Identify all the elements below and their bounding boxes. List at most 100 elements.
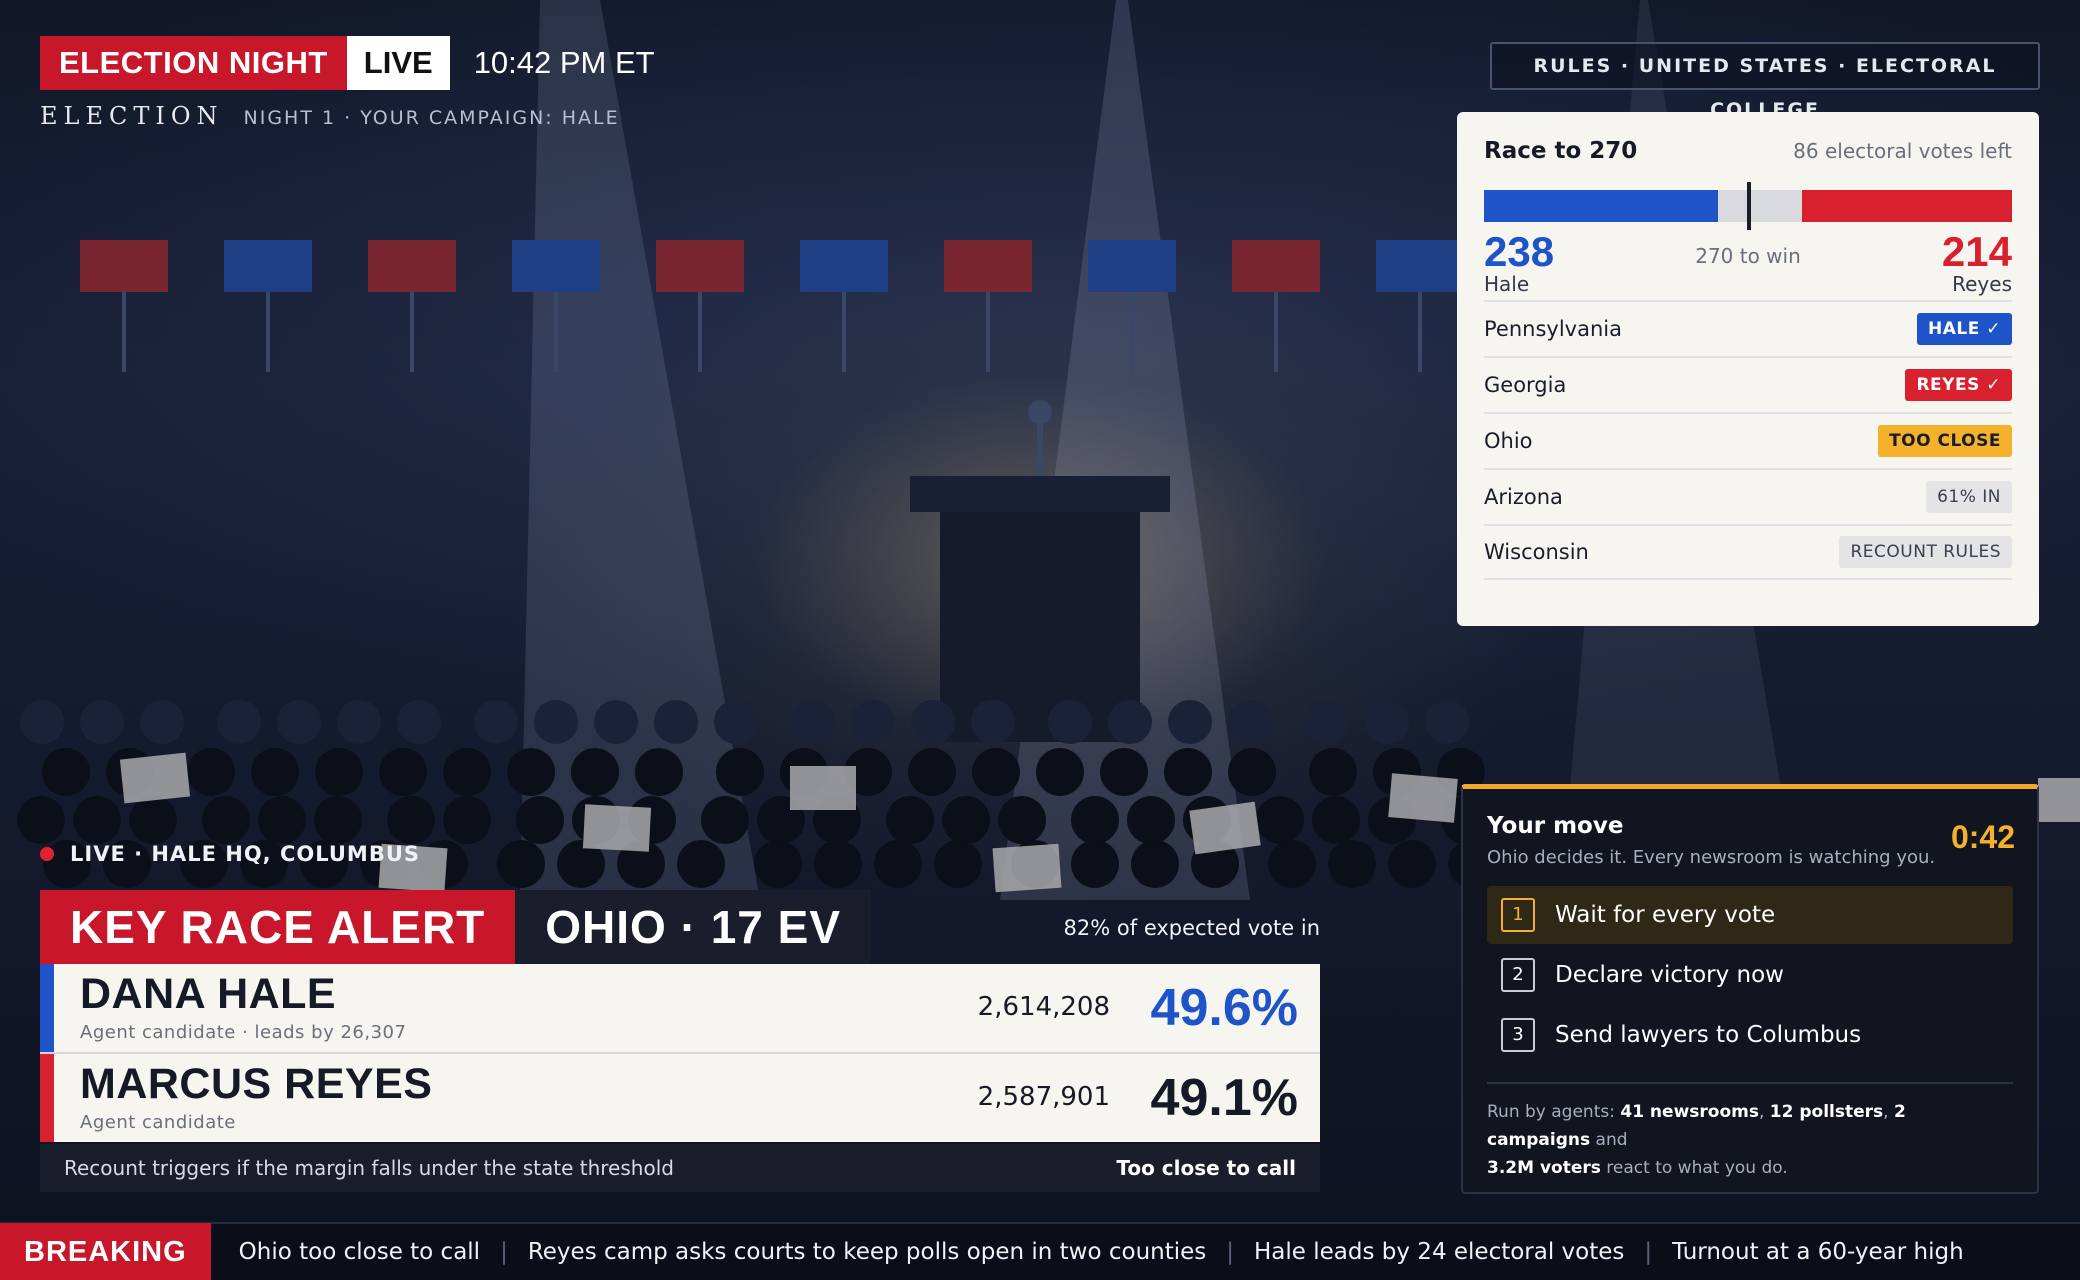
flag-pole xyxy=(122,292,126,372)
agents-suffix: react to what you do. xyxy=(1606,1158,1788,1178)
choice-label: Declare victory now xyxy=(1555,962,1784,988)
flag xyxy=(944,240,1032,292)
move-divider xyxy=(1487,1082,2013,1084)
crowd-head xyxy=(654,700,698,744)
crowd-head xyxy=(1131,840,1179,888)
choice-declare-victory[interactable]: 2 Declare victory now xyxy=(1487,946,2013,1004)
pollsters-count: 12 pollsters xyxy=(1769,1102,1884,1122)
crowd-head xyxy=(1071,840,1119,888)
flag xyxy=(368,240,456,292)
crowd-head xyxy=(908,748,956,796)
key-race-alert-header: KEY RACE ALERT OHIO · 17 EV 82% of expec… xyxy=(40,890,1320,964)
crowd-head xyxy=(315,748,363,796)
crowd-head xyxy=(258,796,306,844)
crowd-head xyxy=(911,700,955,744)
voters-count: 3.2M voters xyxy=(1487,1158,1601,1178)
crowd-head xyxy=(594,700,638,744)
crowd-head xyxy=(1036,748,1084,796)
candidate-subtitle: Agent candidate · leads by 26,307 xyxy=(80,1022,407,1043)
hale-ev-fill xyxy=(1484,190,1718,222)
flag xyxy=(656,240,744,292)
state-row-pennsylvania[interactable]: Pennsylvania HALE ✓ xyxy=(1484,300,2012,356)
candidate-subtitle: Agent candidate xyxy=(80,1112,236,1133)
crowd-head xyxy=(187,748,235,796)
candidate-votes: 2,614,208 xyxy=(977,992,1110,1022)
state-name: Pennsylvania xyxy=(1484,317,1622,341)
confetti-paper xyxy=(1388,773,1458,823)
flag xyxy=(512,240,600,292)
crowd-head xyxy=(754,840,802,888)
flag-pole xyxy=(1130,292,1134,372)
crowd-head xyxy=(251,748,299,796)
ticker-items: Ohio too close to call | Reyes camp asks… xyxy=(239,1239,1964,1265)
confetti-paper xyxy=(790,766,856,810)
state-name: Georgia xyxy=(1484,373,1567,397)
reyes-ev-count: 214 xyxy=(1941,228,2012,275)
flag-pole xyxy=(842,292,846,372)
crowd-head xyxy=(1425,700,1469,744)
choice-number: 1 xyxy=(1501,898,1535,932)
state-row-ohio[interactable]: Ohio TOO CLOSE xyxy=(1484,412,2012,468)
crowd-head xyxy=(1127,796,1175,844)
crowd-head xyxy=(497,840,545,888)
ticker-item: Hale leads by 24 electoral votes xyxy=(1254,1239,1625,1265)
crowd-head xyxy=(534,700,578,744)
rules-button[interactable]: RULES · UNITED STATES · ELECTORAL COLLEG… xyxy=(1490,42,2040,121)
choice-label: Wait for every vote xyxy=(1555,902,1776,928)
choice-send-lawyers[interactable]: 3 Send lawyers to Columbus xyxy=(1487,1006,2013,1064)
crowd-head xyxy=(443,748,491,796)
flag-pole xyxy=(986,292,990,372)
flag-pole xyxy=(554,292,558,372)
crowd-head xyxy=(942,796,990,844)
choice-number: 3 xyxy=(1501,1018,1535,1052)
crowd-head xyxy=(73,796,121,844)
flag xyxy=(224,240,312,292)
your-move-subtitle: Ohio decides it. Every newsroom is watch… xyxy=(1487,847,1936,868)
state-row-wisconsin[interactable]: Wisconsin RECOUNT RULES xyxy=(1484,524,2012,580)
candidate-row-reyes: MARCUS REYES Agent candidate 2,587,901 4… xyxy=(40,1054,1320,1142)
flag xyxy=(1376,240,1464,292)
candidate-row-hale: DANA HALE Agent candidate · leads by 26,… xyxy=(40,964,1320,1052)
to-win-label: 270 to win xyxy=(1695,244,1801,268)
votes-left-label: 86 electoral votes left xyxy=(1793,139,2012,163)
campaign-subtitle: NIGHT 1 · YOUR CAMPAIGN: HALE xyxy=(243,107,620,129)
ticker-item: Ohio too close to call xyxy=(238,1239,481,1265)
breaking-ticker: BREAKING Ohio too close to call | Reyes … xyxy=(0,1222,2080,1280)
crowd-head xyxy=(379,748,427,796)
candidate-color-stripe xyxy=(40,1054,54,1142)
flag-pole xyxy=(410,292,414,372)
live-dot-icon xyxy=(40,847,54,861)
choice-list: 1 Wait for every vote 2 Declare victory … xyxy=(1487,886,2013,1064)
flag-pole xyxy=(266,292,270,372)
crowd-head xyxy=(140,700,184,744)
choice-label: Send lawyers to Columbus xyxy=(1555,1022,1862,1048)
state-row-arizona[interactable]: Arizona 61% IN xyxy=(1484,468,2012,524)
choice-wait-for-every-vote[interactable]: 1 Wait for every vote xyxy=(1487,886,2013,944)
crowd-head xyxy=(516,796,564,844)
crowd-head xyxy=(714,700,758,744)
confetti-paper xyxy=(992,843,1062,893)
ticker-separator: | xyxy=(500,1239,508,1265)
live-location-label: LIVE · HALE HQ, COLUMBUS xyxy=(70,842,421,866)
flag-pole xyxy=(1418,292,1422,372)
crowd-head xyxy=(1309,748,1357,796)
your-move-title: Your move xyxy=(1487,813,1624,839)
crowd-head xyxy=(1164,748,1212,796)
recount-rules-button[interactable]: RECOUNT RULES xyxy=(1839,536,2012,568)
agents-and: and xyxy=(1595,1130,1628,1150)
crowd-head xyxy=(1071,796,1119,844)
crowd-head xyxy=(387,796,435,844)
state-row-georgia[interactable]: Georgia REYES ✓ xyxy=(1484,356,2012,412)
crowd-head xyxy=(1328,840,1376,888)
crowd-head xyxy=(314,796,362,844)
agents-prefix: Run by agents: xyxy=(1487,1102,1615,1122)
race-to-270-panel: Race to 270 86 electoral votes left 238 … xyxy=(1457,112,2039,626)
key-race-alert-tag: KEY RACE ALERT xyxy=(40,890,516,964)
crowd-head xyxy=(277,700,321,744)
call-status: Too close to call xyxy=(1116,1156,1296,1180)
breaking-tag: BREAKING xyxy=(0,1223,211,1280)
flag xyxy=(1232,240,1320,292)
candidate-color-stripe xyxy=(40,964,54,1052)
your-move-panel: Your move 0:42 Ohio decides it. Every ne… xyxy=(1461,784,2039,1194)
flag xyxy=(1088,240,1176,292)
